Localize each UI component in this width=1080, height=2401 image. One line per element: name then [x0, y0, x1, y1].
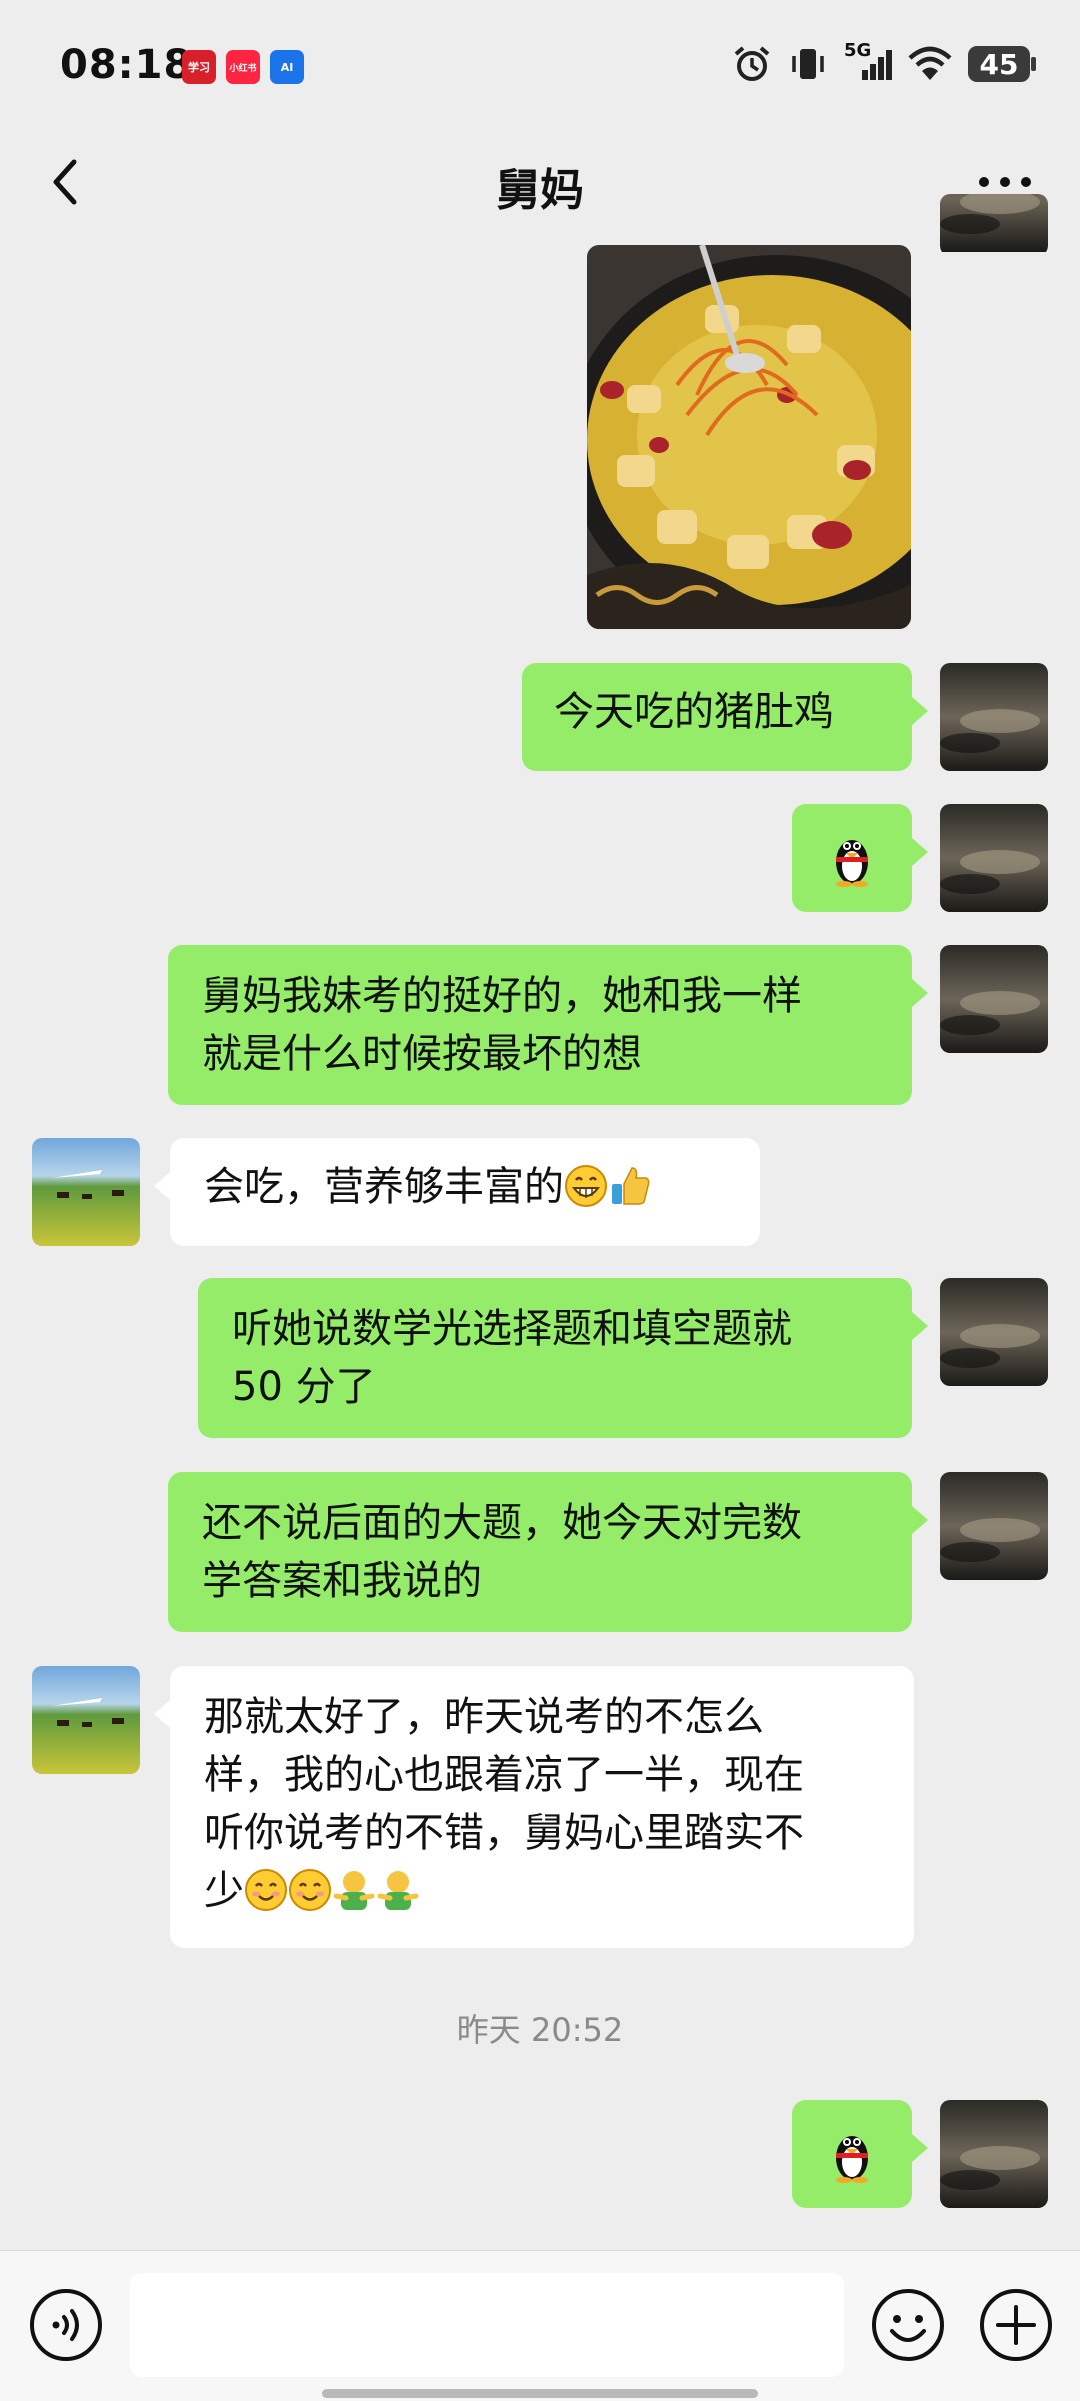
message-line: 听她说数学光选择题和填空题就 — [232, 1306, 792, 1352]
contact-avatar[interactable] — [32, 1138, 140, 1246]
message-text: 今天吃的猪肚鸡 — [554, 689, 834, 735]
message-text: 会吃，营养够丰富的 — [204, 1164, 564, 1210]
message-line: 那就太好了，昨天说考的不怎么 — [204, 1694, 764, 1740]
penguin-icon — [836, 2136, 868, 2183]
message-line: 听你说考的不错，舅妈心里踏实不 — [204, 1810, 804, 1856]
emoji-icon[interactable] — [870, 2287, 946, 2363]
message-input[interactable] — [130, 2273, 844, 2377]
message-line: 样，我的心也跟着凉了一半，现在 — [204, 1752, 804, 1798]
my-avatar[interactable] — [940, 1278, 1048, 1386]
hug-icon — [333, 1871, 375, 1910]
message-bubble-me[interactable]: 还不说后面的大题，她今天对完数 学答案和我说的 — [168, 1472, 928, 1632]
message-bubble-me[interactable]: 舅妈我妹考的挺好的，她和我一样 就是什么时候按最坏的想 — [168, 945, 928, 1105]
status-time: 08:18 — [60, 42, 193, 88]
app-icon-xiaohongshu: 小红书 — [226, 50, 260, 84]
hug-icon — [377, 1871, 419, 1910]
grin-icon — [565, 1165, 607, 1207]
message-sticker-me[interactable] — [792, 2100, 928, 2208]
message-line: 50 分了 — [232, 1364, 376, 1410]
message-bubble-me[interactable]: 听她说数学光选择题和填空题就 50 分了 — [198, 1278, 928, 1438]
chat-header: 舅妈 — [0, 130, 1080, 240]
message-bubble-other[interactable]: 那就太好了，昨天说考的不怎么 样，我的心也跟着凉了一半，现在 听你说考的不错，舅… — [154, 1666, 914, 1948]
system-indicators: 5G 45 — [732, 40, 1036, 84]
message-timestamp: 昨天 20:52 — [456, 2011, 624, 2049]
message-line: 学答案和我说的 — [202, 1558, 482, 1604]
my-avatar[interactable] — [940, 2100, 1048, 2208]
app-icon-xuexi: 学习 — [182, 50, 216, 84]
app-icon-ai: AI — [270, 50, 304, 84]
notification-app-icons: 学习 小红书 AI — [182, 50, 304, 84]
status-bar: 08:18 学习 小红书 AI 5G 45 — [0, 0, 1080, 130]
cell-signal-icon: 5G — [844, 40, 892, 84]
battery-level: 45 — [979, 47, 1019, 81]
message-line: 舅妈我妹考的挺好的，她和我一样 — [202, 973, 802, 1019]
smile-icon — [245, 1869, 287, 1911]
my-avatar[interactable] — [940, 945, 1048, 1053]
thumbs-up-icon — [612, 1167, 650, 1205]
contact-avatar[interactable] — [32, 1666, 140, 1774]
smile-icon — [289, 1869, 331, 1911]
vibrate-icon — [792, 49, 824, 79]
plus-icon[interactable] — [978, 2287, 1054, 2363]
my-avatar[interactable] — [940, 804, 1048, 912]
voice-input-icon[interactable] — [28, 2287, 104, 2363]
battery-indicator: 45 — [968, 46, 1036, 82]
message-line: 就是什么时候按最坏的想 — [202, 1031, 642, 1077]
message-bubble-me[interactable]: 今天吃的猪肚鸡 — [522, 663, 928, 771]
penguin-icon — [836, 840, 868, 887]
message-bubble-other[interactable]: 会吃，营养够丰富的 — [154, 1138, 760, 1246]
wifi-icon — [908, 46, 952, 80]
chat-title: 舅妈 — [496, 165, 584, 216]
food-photo-icon — [587, 245, 911, 629]
home-indicator[interactable] — [322, 2389, 758, 2398]
message-image[interactable] — [587, 245, 911, 629]
my-avatar[interactable] — [940, 1472, 1048, 1580]
message-sticker-me[interactable] — [792, 804, 928, 912]
my-avatar[interactable] — [940, 663, 1048, 771]
message-line: 还不说后面的大题，她今天对完数 — [202, 1500, 802, 1546]
chat-input-bar — [0, 2250, 1080, 2401]
message-line: 少 — [204, 1868, 244, 1914]
alarm-icon — [734, 46, 770, 81]
